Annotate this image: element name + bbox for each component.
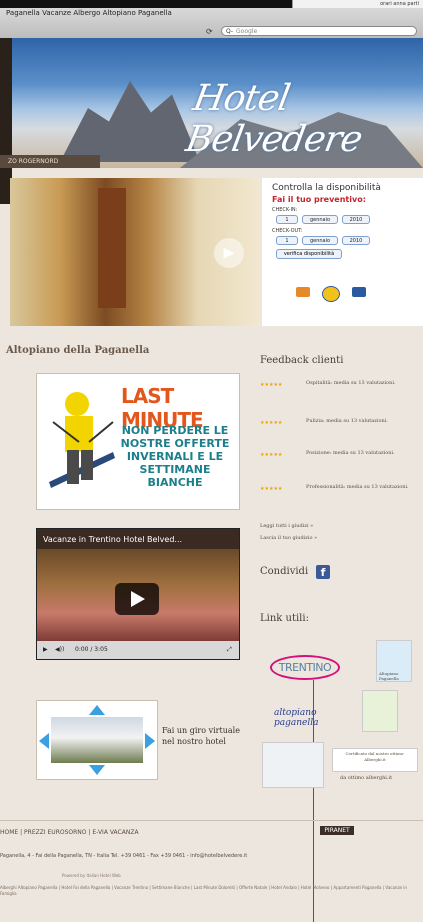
checkout-month-select[interactable]: gennaio: [302, 236, 338, 245]
mountain-illustration: [60, 81, 200, 162]
checkin-label: CHECK-IN:: [272, 207, 298, 213]
arrow-left-icon[interactable]: [39, 733, 49, 749]
footer-divider: [0, 820, 423, 821]
piranet-badge[interactable]: PIRANET: [320, 826, 354, 835]
reload-icon[interactable]: ⟳: [206, 27, 213, 36]
bank-card-icon: [352, 287, 366, 297]
feedback-item: ★★★★★ Ospitalità: media su 13 valutazion…: [260, 380, 420, 398]
footer-credit: Powered by Italian Hotel Web: [62, 873, 121, 878]
footer-seo-links[interactable]: Alberghi Altopiano Paganella | Hotel Fai…: [0, 885, 423, 915]
rating-stars: ★★★★★: [260, 452, 283, 458]
browser-search-input[interactable]: Q- Google: [221, 26, 417, 36]
rating-stars: ★★★★★: [260, 486, 283, 492]
ottimo-alberghi-text: Certificato dal nostro ottimo-Alberghi.i…: [345, 751, 405, 762]
credit-card-icon: [296, 287, 310, 297]
search-placeholder: Google: [236, 28, 258, 35]
arrow-up-icon[interactable]: [89, 705, 105, 715]
share-label: Condividi: [260, 566, 309, 577]
feedback-item: ★★★★★ Pulizia: media su 13 valutazioni.: [260, 418, 420, 436]
play-control-icon[interactable]: ▶: [43, 641, 48, 659]
ottimo-alberghi-link[interactable]: da ottimo alberghi.it: [340, 775, 392, 781]
ottimo-alberghi-badge[interactable]: Certificato dal nostro ottimo-Alberghi.i…: [332, 748, 418, 772]
search-prefix: Q-: [226, 28, 234, 35]
paganella-logo-link[interactable]: Altopiano Paganella: [376, 640, 412, 682]
links-title: Link utili:: [260, 613, 309, 624]
video-title[interactable]: Vacanze in Trentino Hotel Belved...: [43, 535, 182, 544]
hotel-logo[interactable]: Hotel Belvedere: [183, 78, 423, 160]
checkin-year-select[interactable]: 2010: [342, 215, 370, 224]
door-shape: [98, 188, 126, 308]
browser-toolbar: Paganella Vacanze Albergo Altopiano Paga…: [0, 8, 423, 39]
altopiano-logo-text: altopiano paganella: [274, 708, 319, 728]
checkout-year-select[interactable]: 2010: [342, 236, 370, 245]
site-header: Hotel Belvedere: [0, 38, 423, 168]
checkout-day-select[interactable]: 1: [276, 236, 298, 245]
virtual-tour-text[interactable]: Fai un giro virtuale nel nostro hotel: [162, 725, 242, 747]
browser-tab-title[interactable]: Paganella Vacanze Albergo Altopiano Paga…: [6, 9, 172, 17]
video-time: 0:00 / 3:05: [75, 646, 108, 653]
arrow-down-icon[interactable]: [89, 765, 105, 775]
feedback-text: Posizione: media su 13 valutazioni.: [306, 450, 395, 456]
paganella-logo-text: Altopiano Paganella: [379, 671, 399, 681]
check-availability-button[interactable]: verifica disponibilità: [276, 249, 342, 259]
hotel-photo-slideshow[interactable]: ▶: [10, 178, 260, 326]
page-title: Altopiano della Paganella: [6, 345, 150, 356]
feedback-text: Professionalità: media su 13 valutazioni…: [306, 484, 409, 490]
footer-nav[interactable]: HOME | PREZZI EUROSORNO | E-VIA VACANZA: [0, 829, 139, 836]
hotel-exterior-image: [51, 717, 143, 763]
feedback-title: Feedback clienti: [260, 355, 344, 366]
read-reviews-link[interactable]: Leggi tutti i giudizi »: [260, 523, 313, 529]
availability-title: Controlla la disponibilità: [272, 183, 381, 193]
rating-stars: ★★★★★: [260, 382, 283, 388]
last-minute-banner[interactable]: LAST MINUTE NON PERDERE LE NOSTRE OFFERT…: [36, 373, 240, 510]
volume-icon[interactable]: ◀)): [55, 641, 64, 659]
top-strip-text: orari anna parti: [380, 1, 419, 7]
feedback-item: ★★★★★ Posizione: media su 13 valutazioni…: [260, 450, 420, 468]
header-nav-strip[interactable]: ZO ROGERNORD: [0, 155, 100, 168]
rating-stars: ★★★★★: [260, 420, 283, 426]
fullscreen-icon[interactable]: ⤢: [227, 641, 232, 659]
write-review-link[interactable]: Lascia il tuo giudizio »: [260, 535, 317, 541]
lake-logo-link[interactable]: [262, 742, 324, 788]
checkout-label: CHECK-OUT:: [272, 228, 303, 234]
video-player[interactable]: Vacanze in Trentino Hotel Belved... ▶ ◀)…: [36, 528, 240, 660]
availability-panel: Controlla la disponibilità Fai il tuo pr…: [262, 178, 423, 326]
next-slide-icon[interactable]: ▶: [214, 238, 244, 268]
feedback-text: Pulizia: media su 13 valutazioni.: [306, 418, 388, 424]
last-minute-text: NON PERDERE LE NOSTRE OFFERTE INVERNALI …: [120, 424, 230, 489]
trentino-logo-link[interactable]: TRENTINO: [270, 655, 340, 680]
availability-subtitle: Fai il tuo preventivo:: [272, 195, 366, 204]
top-strip: orari anna parti: [0, 0, 423, 8]
skier-illustration: [49, 392, 115, 488]
arrow-right-icon[interactable]: [145, 733, 155, 749]
payment-badge-icon: [322, 286, 340, 302]
checkin-day-select[interactable]: 1: [276, 215, 298, 224]
virtual-tour-box[interactable]: [36, 700, 158, 780]
facebook-icon[interactable]: f: [316, 565, 330, 579]
feedback-text: Ospitalità: media su 13 valutazioni.: [306, 380, 396, 386]
green-badge-logo-link[interactable]: [362, 690, 398, 732]
altopiano-logo-link[interactable]: altopiano paganella: [270, 700, 332, 728]
feedback-item: ★★★★★ Professionalità: media su 13 valut…: [260, 484, 420, 502]
checkin-month-select[interactable]: gennaio: [302, 215, 338, 224]
footer-address: Paganella, 4 - Fai della Paganella, TN -…: [0, 853, 248, 859]
video-controls: ▶ ◀)) 0:00 / 3:05 ⤢: [37, 641, 239, 659]
play-icon[interactable]: [115, 583, 159, 615]
